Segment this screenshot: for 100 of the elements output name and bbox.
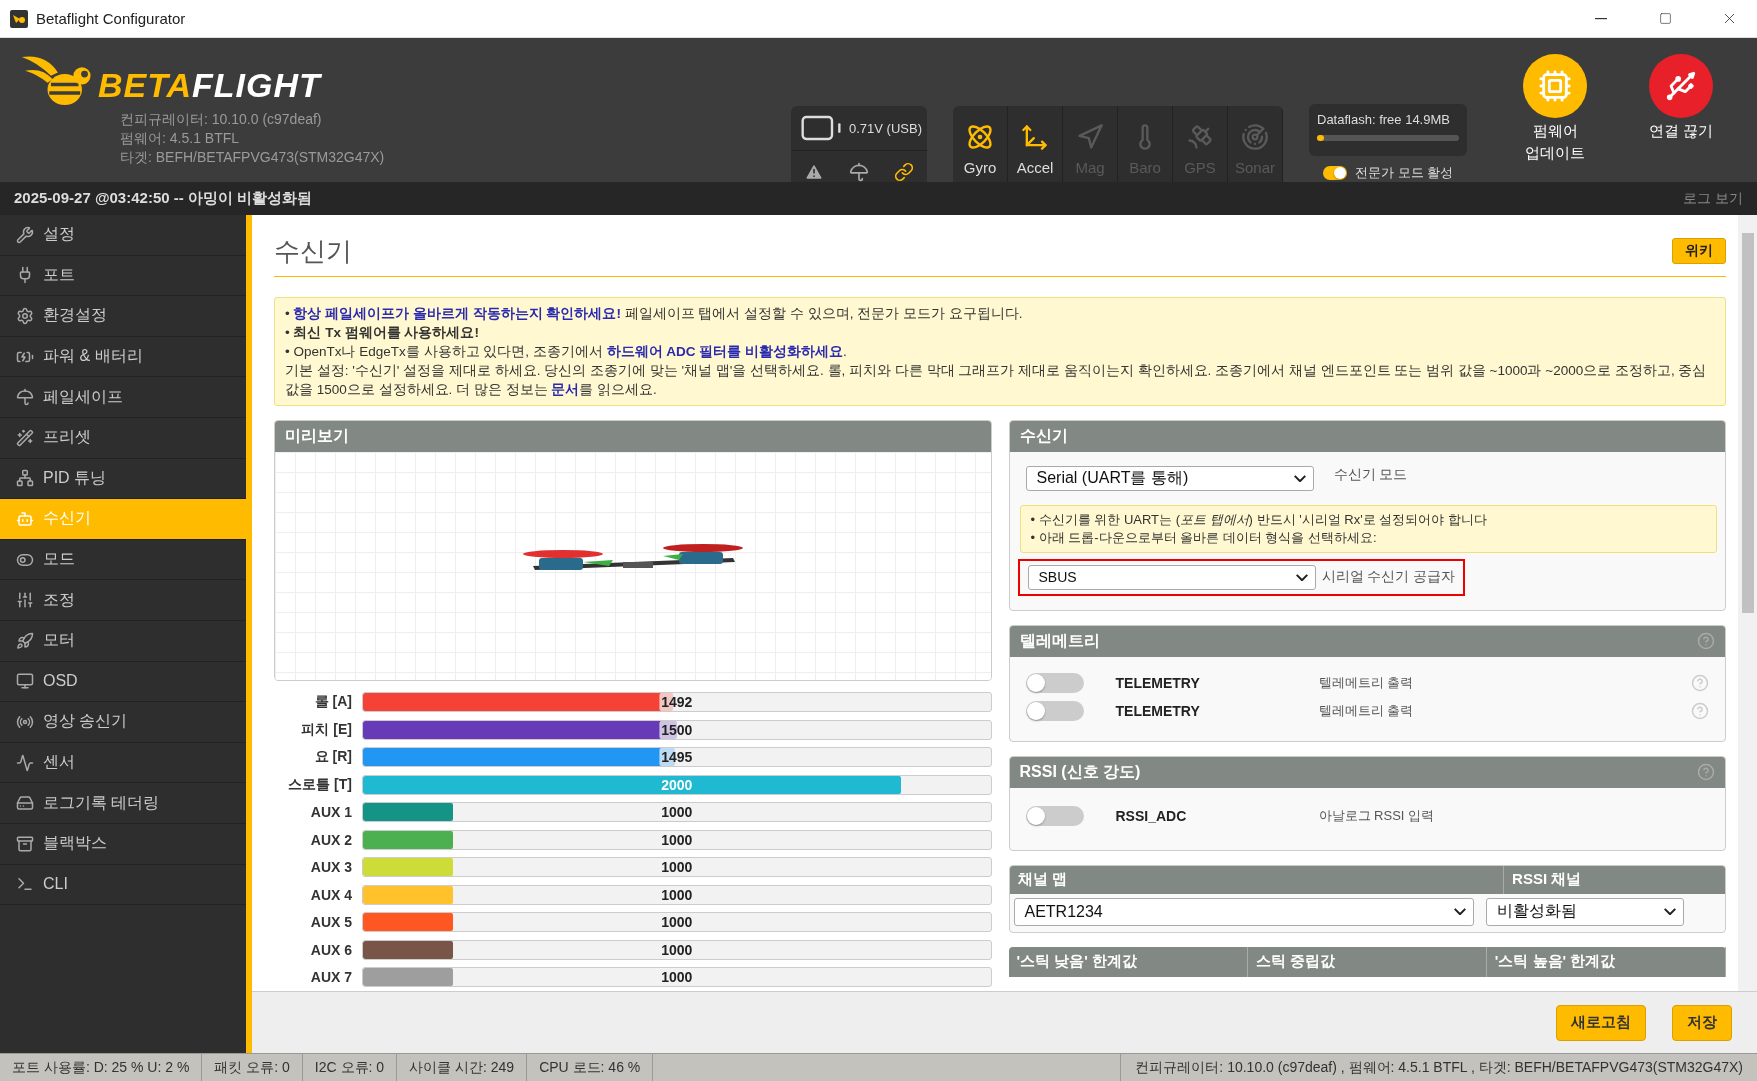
- sidebar-item[interactable]: 조정: [0, 580, 246, 621]
- note-line: • 수신기를 위한 UART는 (포트 탭에서) 반드시 '시리얼 Rx'로 설정되어야 합니다: [1030, 510, 1488, 529]
- sidebar-item[interactable]: CLI: [0, 864, 246, 906]
- panel-title: 미리보기: [285, 425, 349, 446]
- radar-icon: [1241, 122, 1269, 151]
- chevron-icon: [1452, 908, 1467, 915]
- minimize-icon: [1595, 17, 1607, 20]
- sidebar-item[interactable]: 블랙박스: [0, 823, 246, 865]
- channel-map-field[interactable]: AETR1234: [1013, 897, 1474, 926]
- sidebar-item[interactable]: 페일세이프: [0, 377, 246, 418]
- wiki-button[interactable]: 위키: [1672, 238, 1726, 265]
- sidebar-item[interactable]: 파워 & 배터리: [0, 336, 246, 378]
- expert-mode-label: 전문가 모드 활성: [1355, 164, 1454, 182]
- channel-value: 1495: [659, 748, 695, 767]
- robot-icon: [16, 509, 34, 528]
- feature-name: TELEMETRY: [1114, 674, 1201, 691]
- sidebar-item[interactable]: 환경설정: [0, 296, 246, 337]
- feature-toggle[interactable]: [1025, 805, 1084, 826]
- channel-label: AUX 3: [309, 859, 352, 876]
- channel-label: AUX 2: [309, 831, 352, 848]
- help-icon[interactable]: [1691, 673, 1709, 692]
- refresh-button[interactable]: 새로고침: [1556, 1004, 1646, 1041]
- drive-icon: [16, 794, 34, 813]
- atom-icon: [966, 122, 994, 151]
- wrench-icon: [16, 225, 34, 244]
- rssi-channel-select[interactable]: 비활성화됨: [1485, 897, 1684, 926]
- channel-value: 1500: [659, 720, 695, 739]
- notice-line: 기본 설정: '수신기' 설정을 제대로 하세요. 당신의 조종기에 맞는 '채널 맵'을 선택하세요. 롤, 피치와 다른 막대 그래프가 제대로 움직이는지 확인하세요. 조종기에서 채널 엔드포인트 또는 범위 값을 ~1000과 ~2000으로 조정하고, 중심값을 1500으로 설정하세요. 더 많은 정보는 문서 를 읽으세요.: [285, 361, 1708, 399]
- firmware-update-button[interactable]: 펌웨어 업데이트: [1505, 54, 1605, 162]
- rocket-icon: [16, 631, 34, 650]
- sidebar-item[interactable]: OSD: [0, 661, 246, 703]
- panel-title: RSSI (신호 강도): [1019, 761, 1141, 782]
- monitor-icon: [16, 672, 34, 691]
- column-header: RSSI 채널: [1512, 870, 1582, 889]
- help-icon[interactable]: [1691, 701, 1709, 720]
- panel-title: 수신기: [1019, 425, 1068, 446]
- feature-toggle[interactable]: [1025, 700, 1084, 721]
- help-icon[interactable]: [1697, 763, 1715, 781]
- channel-label: AUX 7: [309, 969, 352, 986]
- column-header: '스틱 높음' 한계값: [1494, 952, 1616, 971]
- status-item: 포트 사용률: D: 25 % U: 2 %: [0, 1054, 203, 1081]
- satellite-icon: [1186, 122, 1214, 151]
- window-title: Betaflight Configurator: [36, 10, 187, 27]
- magic-wand-icon: [16, 428, 34, 447]
- save-button[interactable]: 저장: [1672, 1004, 1732, 1041]
- umbrella-icon: [16, 388, 34, 407]
- feature-description: 아날로그 RSSI 입력: [1318, 806, 1436, 825]
- feature-description: 텔레메트리 출력: [1318, 673, 1415, 692]
- sliders-icon: [16, 591, 34, 610]
- disconnect-button[interactable]: 연결 끊기: [1631, 54, 1731, 140]
- show-log-link[interactable]: 로그 보기: [1683, 189, 1743, 208]
- channel-label: AUX 5: [309, 914, 352, 931]
- channel-label: 롤 [A]: [313, 693, 352, 712]
- provider-select[interactable]: SBUS: [1027, 564, 1316, 590]
- column-header: 채널 맵: [1017, 870, 1067, 889]
- provider-label: 시리얼 수신기 공급자: [1321, 568, 1456, 586]
- note-line: • 아래 드롭-다운으로부터 올바른 데이터 형식을 선택하세요:: [1030, 528, 1378, 547]
- status-item: CPU 로드: 46 %: [527, 1054, 654, 1081]
- battery-voltage: 0.71V (USB): [849, 120, 922, 136]
- sidebar-item[interactable]: 로그기록 테더링: [0, 783, 246, 824]
- pulse-icon: [16, 753, 34, 772]
- log-message: 2025-09-27 @03:42:50 -- 아밍이 비활성화됨: [14, 189, 313, 208]
- page-title: 수신기: [274, 234, 352, 268]
- notice-line: • 항상 페일세이프가 올바르게 작동하는지 확인하세요! 페일세이프 탭에서 설정할 수 있으며, 전문가 모드가 요구됩니다.: [285, 304, 1024, 323]
- link[interactable]: 문서: [551, 381, 580, 397]
- status-item: 사이클 시간: 249: [397, 1054, 528, 1081]
- channel-label: AUX 6: [309, 941, 352, 958]
- panel-title: 텔레메트리: [1019, 630, 1100, 651]
- gear-icon: [16, 307, 34, 325]
- sidebar-item[interactable]: 센서: [0, 742, 246, 784]
- channel-label: 스로틀 [T]: [287, 775, 352, 794]
- notice-line: • OpenTx나 EdgeTx를 사용하고 있다면, 조종기에서 하드웨어 ADC 필터를 비활성화하세요.: [285, 342, 848, 361]
- version-text: 펌웨어: 4.5.1 BTFL: [120, 129, 241, 148]
- sidebar-item[interactable]: 설정: [0, 215, 246, 256]
- maximize-icon: [1658, 12, 1672, 25]
- column-header: '스틱 낮음' 한계값: [1016, 952, 1137, 971]
- hierarchy-icon: [16, 469, 34, 488]
- sidebar-item[interactable]: 모드: [0, 539, 246, 581]
- axes-icon: [1021, 122, 1049, 151]
- dataflash-label: Dataflash: free 14.9MB: [1317, 112, 1451, 127]
- version-text: 타겟: BEFH/BETAFPVG473(STM32G47X): [120, 148, 386, 167]
- channel-label: AUX 4: [309, 886, 352, 903]
- compass-arrow-icon: [1076, 122, 1104, 151]
- sidebar-item[interactable]: 포트: [0, 255, 246, 297]
- status-item: 패킷 오류: 0: [202, 1054, 303, 1081]
- chevron-icon: [1294, 573, 1309, 581]
- sidebar-item[interactable]: 프리셋: [0, 417, 246, 459]
- status-item: I2C 오류: 0: [302, 1054, 398, 1081]
- notice-line: • 최신 Tx 펌웨어를 사용하세요!: [285, 323, 480, 342]
- receiver-mode-select[interactable]: Serial (UART를 통해): [1025, 465, 1314, 491]
- sidebar-item[interactable]: 모터: [0, 620, 246, 662]
- receiver-mode-label: 수신기 모드: [1333, 465, 1408, 484]
- sidebar-item[interactable]: 영상 송신기: [0, 702, 246, 743]
- expert-mode-toggle[interactable]: [1323, 166, 1347, 180]
- channel-label: 피치 [E]: [300, 720, 352, 739]
- help-icon[interactable]: [1697, 632, 1715, 650]
- feature-toggle[interactable]: [1025, 672, 1084, 693]
- chevron-icon: [1662, 908, 1677, 915]
- archive-icon: [16, 834, 34, 853]
- app-icon: [10, 9, 28, 28]
